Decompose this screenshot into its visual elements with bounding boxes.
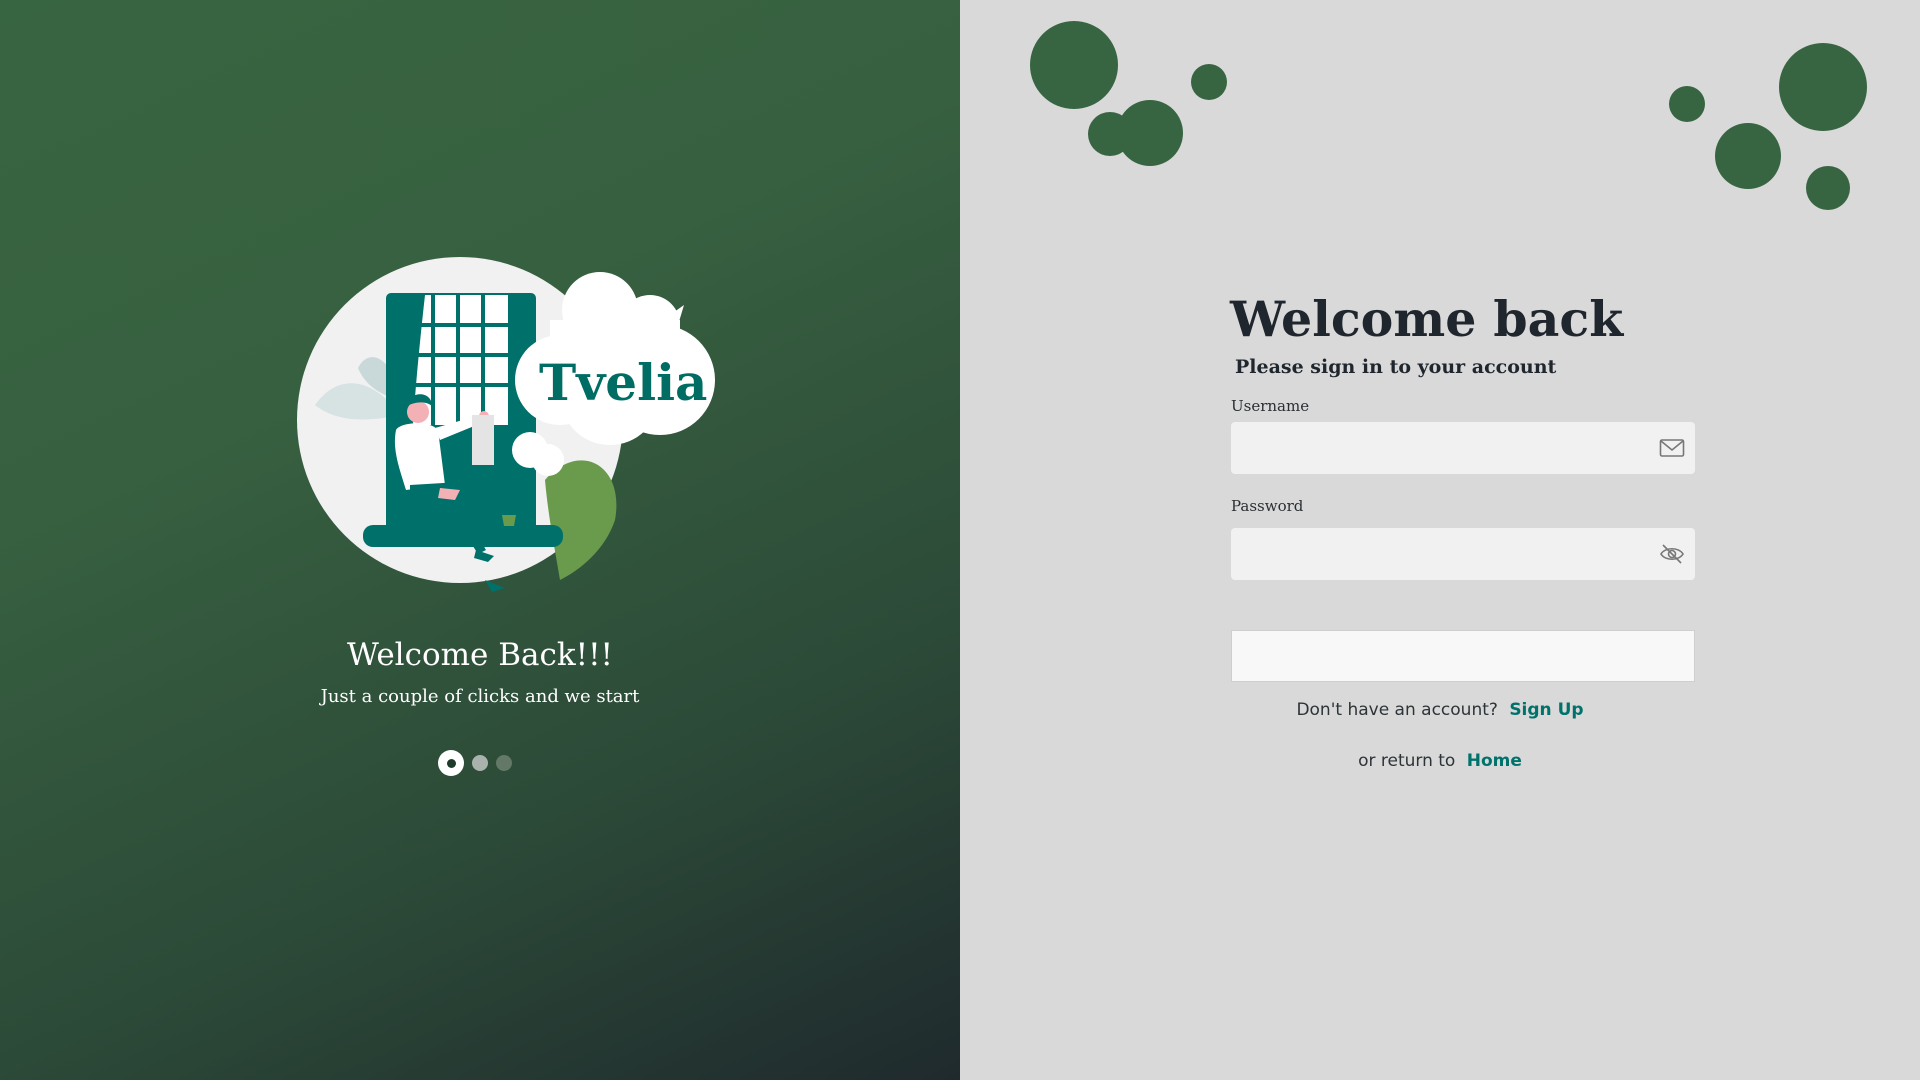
- username-input[interactable]: [1231, 422, 1695, 474]
- signup-prompt-text: Don't have an account?: [1296, 700, 1498, 720]
- sign-up-link[interactable]: Sign Up: [1509, 700, 1583, 720]
- home-link[interactable]: Home: [1467, 751, 1522, 771]
- return-home-line: or return to Home: [960, 751, 1920, 771]
- return-prompt-text: or return to: [1358, 751, 1456, 771]
- carousel-indicator: [438, 750, 512, 776]
- eye-slash-icon[interactable]: [1659, 542, 1685, 566]
- envelope-icon: [1659, 439, 1685, 457]
- signup-prompt-line: Don't have an account? Sign Up: [960, 700, 1920, 720]
- login-subtitle: Please sign in to your account: [1235, 356, 1557, 378]
- left-panel: Tvelia Welcome Back!!! Just a couple of …: [0, 0, 960, 1080]
- tvelia-illustration: [297, 257, 715, 592]
- password-input[interactable]: [1231, 528, 1695, 580]
- left-welcome-subtitle: Just a couple of clicks and we start: [320, 686, 640, 707]
- username-label: Username: [1231, 397, 1310, 415]
- username-field-wrapper: [1231, 422, 1695, 474]
- password-label: Password: [1231, 497, 1304, 515]
- sign-in-button[interactable]: [1231, 630, 1695, 682]
- carousel-dot-2[interactable]: [472, 755, 488, 771]
- right-panel: Welcome back Please sign in to your acco…: [960, 0, 1920, 1080]
- login-title: Welcome back: [1230, 290, 1624, 348]
- carousel-dot-1[interactable]: [438, 750, 464, 776]
- brand-logo-text: Tvelia: [539, 353, 708, 412]
- left-welcome-title: Welcome Back!!!: [347, 637, 613, 673]
- decorative-bubbles: [1030, 21, 1867, 210]
- carousel-dot-3[interactable]: [496, 755, 512, 771]
- password-field-wrapper: [1231, 528, 1695, 580]
